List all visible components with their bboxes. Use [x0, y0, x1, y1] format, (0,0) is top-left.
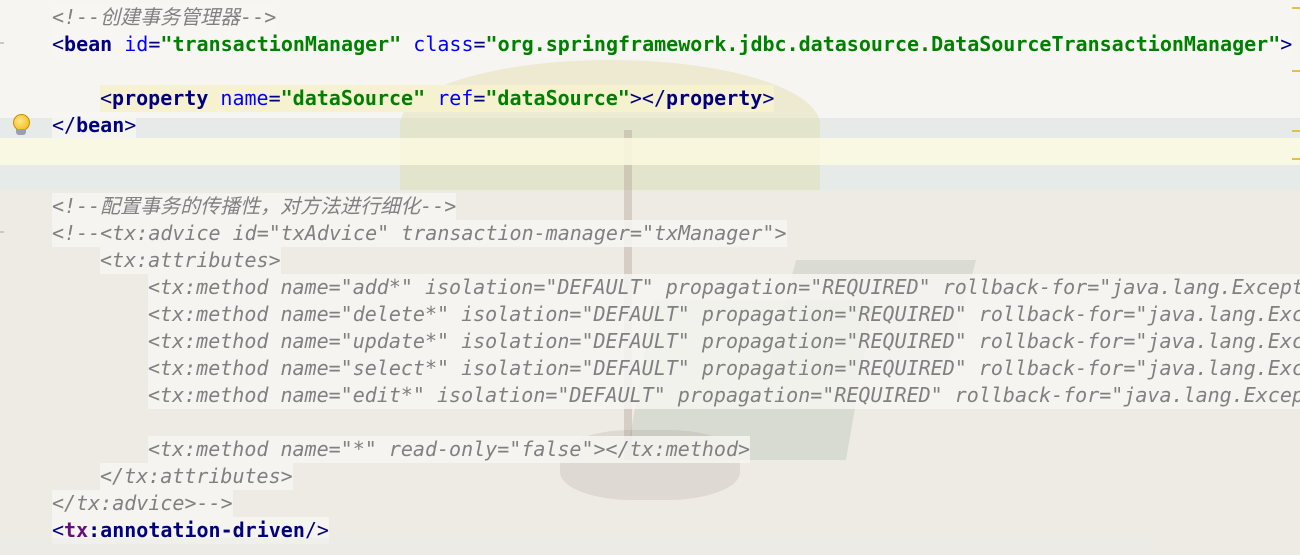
code-line[interactable]: </tx:advice>--> — [52, 490, 233, 517]
intention-bulb-icon[interactable] — [10, 114, 32, 138]
code-token: = — [268, 86, 281, 110]
code-line[interactable]: <tx:method name="add*" isolation="DEFAUL… — [148, 274, 1300, 301]
code-line[interactable]: <bean id="transactionManager" class="org… — [52, 31, 1293, 58]
code-token: <tx:method name="edit*" isolation="DEFAU… — [148, 383, 1300, 407]
current-line-highlight — [0, 138, 1300, 165]
error-stripe[interactable] — [1288, 0, 1300, 555]
code-token: = — [473, 86, 486, 110]
code-token: <tx:method name="add*" isolation="DEFAUL… — [148, 275, 1300, 299]
code-token: id — [124, 32, 149, 56]
code-line[interactable]: <tx:attributes> — [100, 247, 281, 274]
code-token: > — [762, 86, 775, 110]
stripe-marker[interactable] — [1292, 7, 1300, 9]
code-token: "dataSource" — [485, 86, 630, 110]
code-token: = — [473, 32, 486, 56]
code-line[interactable]: <tx:method name="edit*" isolation="DEFAU… — [148, 382, 1300, 409]
code-token: ref — [437, 86, 474, 110]
code-token: property — [665, 86, 763, 110]
code-editor[interactable]: <!--创建事务管理器--> <bean id="transactionManag… — [0, 0, 1300, 555]
editor-gutter[interactable] — [0, 0, 44, 555]
code-token: <tx:method name="*" read-only="false"></… — [148, 437, 751, 461]
code-token: <tx:method name="select*" isolation="DEF… — [148, 356, 1300, 380]
code-token: "dataSource" — [280, 86, 426, 110]
code-token: <!--创建事务管理器--> — [52, 5, 277, 29]
code-line[interactable]: </tx:attributes> — [100, 463, 293, 490]
code-token: <!--<tx:advice id="txAdvice" transaction… — [52, 221, 787, 245]
code-line[interactable]: <tx:method name="*" read-only="false"></… — [148, 436, 751, 463]
code-line[interactable]: <!--创建事务管理器--> — [52, 4, 277, 31]
stripe-marker[interactable] — [1292, 70, 1300, 72]
stripe-marker[interactable] — [1292, 130, 1300, 132]
code-line[interactable]: <!--<tx:advice id="txAdvice" transaction… — [52, 220, 787, 247]
stripe-marker[interactable] — [1292, 158, 1300, 160]
code-token: "transactionManager" — [160, 32, 402, 56]
code-token: = — [148, 32, 161, 56]
code-token: <tx:attributes> — [100, 248, 281, 272]
horizontal-scrollbar[interactable] — [0, 538, 1155, 555]
code-line[interactable]: <tx:method name="select*" isolation="DEF… — [148, 355, 1300, 382]
code-token: <tx:method name="delete*" isolation="DEF… — [148, 302, 1300, 326]
code-token: </tx:advice>--> — [52, 491, 233, 515]
code-token: </tx:attributes> — [100, 464, 293, 488]
code-line[interactable]: <tx:method name="update*" isolation="DEF… — [148, 328, 1300, 355]
code-token: < — [100, 86, 113, 110]
code-token: name — [220, 86, 269, 110]
code-token: <tx:method name="update*" isolation="DEF… — [148, 329, 1300, 353]
code-token: "org.springframework.jdbc.datasource.Dat… — [485, 32, 1281, 56]
code-token: > — [124, 113, 137, 137]
code-token: </ — [52, 113, 77, 137]
fold-marker[interactable] — [0, 231, 4, 233]
code-line[interactable]: <property name="dataSource" ref="dataSou… — [100, 85, 775, 112]
code-line[interactable]: <tx:method name="delete*" isolation="DEF… — [148, 301, 1300, 328]
code-line[interactable]: </bean> — [52, 112, 137, 139]
code-token: ></ — [629, 86, 666, 110]
code-token: < — [52, 32, 65, 56]
code-line[interactable]: <!--配置事务的传播性，对方法进行细化--> — [52, 193, 457, 220]
code-token: class — [413, 32, 474, 56]
code-token: <!--配置事务的传播性，对方法进行细化--> — [52, 194, 457, 218]
code-token: bean — [76, 113, 125, 137]
code-token: property — [112, 86, 209, 110]
code-token: bean — [64, 32, 113, 56]
fold-marker[interactable] — [0, 42, 4, 44]
